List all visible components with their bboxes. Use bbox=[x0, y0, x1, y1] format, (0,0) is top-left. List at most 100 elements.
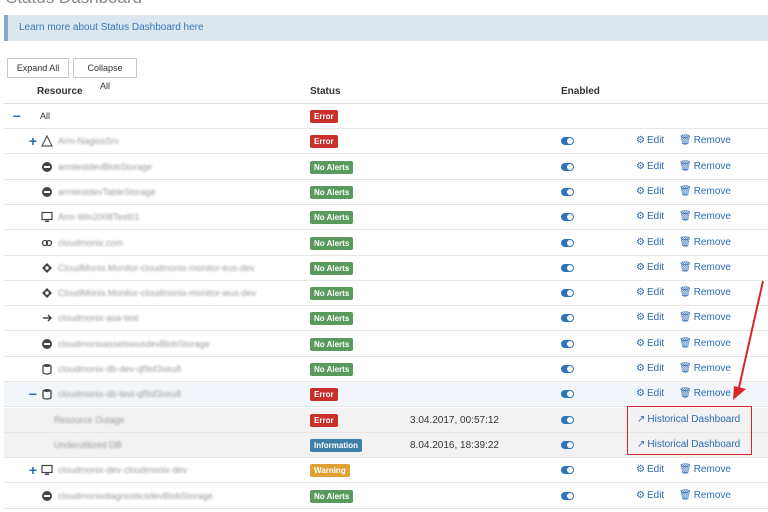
status-badge: No Alerts bbox=[310, 160, 354, 174]
column-header-resource[interactable]: Resource bbox=[37, 86, 83, 97]
cloud-service-icon bbox=[41, 287, 53, 299]
remove-link[interactable]: 🗑 Remove bbox=[679, 287, 731, 298]
resource-name[interactable]: All bbox=[40, 111, 50, 121]
trash-icon: 🗑 bbox=[679, 160, 692, 172]
edit-link[interactable]: ⚙ Edit bbox=[636, 388, 664, 399]
learn-more-link[interactable]: Learn more about Status Dashboard here bbox=[19, 22, 204, 33]
edit-label: Edit bbox=[646, 489, 665, 501]
edit-link[interactable]: ⚙ Edit bbox=[636, 490, 664, 501]
enabled-toggle[interactable] bbox=[561, 137, 574, 146]
table-row[interactable]: cloudmonix-asa-test No Alerts ⚙ Edit 🗑 Remove bbox=[4, 306, 768, 332]
resource-name[interactable]: cloudmonixassetswusdevBlobStorage bbox=[58, 339, 210, 349]
edit-link[interactable]: ⚙ Edit bbox=[636, 312, 664, 323]
resource-name[interactable]: armtestdevTableStorage bbox=[58, 187, 156, 197]
status-badge: Error bbox=[310, 110, 338, 123]
status-badge: Information bbox=[310, 438, 362, 452]
resource-name[interactable]: cloudmonix-db-test-qf9sf3xeu8 bbox=[58, 389, 181, 399]
edit-link[interactable]: ⚙ Edit bbox=[636, 363, 664, 374]
enabled-toggle[interactable] bbox=[561, 187, 574, 196]
table-row[interactable]: + Arm-NagiosSrv Error ⚙ Edit 🗑 Remove bbox=[4, 129, 768, 155]
remove-link[interactable]: 🗑 Remove bbox=[679, 388, 731, 399]
remove-link[interactable]: 🗑 Remove bbox=[679, 161, 731, 172]
resource-name[interactable]: Arm-NagiosSrv bbox=[58, 136, 119, 146]
edit-label: Edit bbox=[646, 388, 665, 400]
enabled-toggle[interactable] bbox=[561, 314, 574, 323]
resource-name[interactable]: armtestdevBlobStorage bbox=[58, 162, 152, 172]
remove-label: Remove bbox=[693, 287, 731, 299]
table-row[interactable]: Arm-Win2008Test01 No Alerts ⚙ Edit 🗑 Remove bbox=[4, 205, 768, 231]
vm-icon bbox=[41, 464, 53, 476]
remove-label: Remove bbox=[693, 312, 731, 324]
table-row[interactable]: CloudMonix.Monitor-cloudmonix-monitor-eu… bbox=[4, 256, 768, 281]
expand-row-toggle[interactable]: + bbox=[26, 462, 40, 478]
remove-link[interactable]: 🗑 Remove bbox=[679, 237, 731, 248]
resource-name[interactable]: cloudmonix-dev-cloudmonix-dev bbox=[58, 465, 187, 475]
table-row[interactable]: − cloudmonix-db-test-qf9sf3xeu8 Error ⚙ Edit… bbox=[4, 382, 768, 408]
remove-link[interactable]: 🗑 Remove bbox=[679, 464, 731, 475]
table-row[interactable]: cloudmonix-db-dev-qf9sf3xeu8 No Alerts ⚙ Ed… bbox=[4, 357, 768, 382]
status-badge: Error bbox=[310, 135, 338, 149]
resource-name[interactable]: cloudmonix.com bbox=[58, 238, 123, 248]
edit-link[interactable]: ⚙ Edit bbox=[636, 161, 664, 172]
column-header-enabled[interactable]: Enabled bbox=[561, 86, 600, 97]
edit-link[interactable]: ⚙ Edit bbox=[636, 211, 664, 222]
remove-link[interactable]: 🗑 Remove bbox=[679, 363, 731, 374]
collapse-all-button[interactable]: Collapse All bbox=[73, 58, 137, 91]
enabled-toggle[interactable] bbox=[561, 390, 574, 399]
edit-label: Edit bbox=[646, 464, 665, 476]
expand-row-toggle[interactable]: + bbox=[26, 133, 40, 149]
remove-link[interactable]: 🗑 Remove bbox=[679, 338, 731, 349]
enabled-toggle[interactable] bbox=[561, 162, 574, 171]
enabled-toggle[interactable] bbox=[561, 238, 574, 247]
edit-link[interactable]: ⚙ Edit bbox=[636, 186, 664, 197]
resource-name[interactable]: CloudMonix.Monitor-cloudmonix-monitor-eu… bbox=[58, 263, 255, 273]
enabled-toggle[interactable] bbox=[561, 491, 574, 500]
resource-name[interactable]: cloudmonixdiagnosticsdevBlobStorage bbox=[58, 491, 213, 501]
enabled-toggle[interactable] bbox=[561, 440, 574, 449]
trash-icon: 🗑 bbox=[679, 363, 692, 374]
gear-icon: ⚙ bbox=[636, 388, 645, 400]
table-row[interactable]: armtestdevBlobStorage No Alerts ⚙ Edit 🗑 Remo… bbox=[4, 155, 768, 180]
trash-icon: 🗑 bbox=[679, 236, 692, 248]
remove-link[interactable]: 🗑 Remove bbox=[679, 312, 731, 323]
gear-icon: ⚙ bbox=[636, 363, 645, 374]
table-row[interactable]: cloudmonixdiagnosticsdevBlobStorage No Al… bbox=[4, 484, 768, 509]
resource-name[interactable]: Arm-Win2008Test01 bbox=[58, 212, 140, 222]
edit-link[interactable]: ⚙ Edit bbox=[636, 464, 664, 475]
enabled-toggle[interactable] bbox=[561, 466, 574, 475]
edit-link[interactable]: ⚙ Edit bbox=[636, 287, 664, 298]
resource-name[interactable]: cloudmonix-db-dev-qf9sf3xeu8 bbox=[58, 364, 181, 374]
enabled-toggle[interactable] bbox=[561, 415, 574, 424]
status-badge: Error bbox=[310, 388, 338, 402]
table-row[interactable]: − All Error bbox=[4, 104, 768, 129]
edit-link[interactable]: ⚙ Edit bbox=[636, 237, 664, 248]
collapse-row-toggle[interactable]: − bbox=[26, 386, 40, 402]
edit-link[interactable]: ⚙ Edit bbox=[636, 338, 664, 349]
collapse-row-toggle[interactable]: − bbox=[10, 108, 24, 124]
remove-link[interactable]: 🗑 Remove bbox=[679, 211, 731, 222]
remove-link[interactable]: 🗑 Remove bbox=[679, 135, 731, 146]
expand-all-button[interactable]: Expand All bbox=[7, 58, 69, 78]
edit-link[interactable]: ⚙ Edit bbox=[636, 262, 664, 273]
edit-link[interactable]: ⚙ Edit bbox=[636, 135, 664, 146]
link-icon bbox=[41, 237, 53, 249]
remove-label: Remove bbox=[693, 388, 731, 400]
edit-label: Edit bbox=[646, 185, 665, 197]
table-row[interactable]: armtestdevTableStorage No Alerts ⚙ Edit 🗑 Rem… bbox=[4, 180, 768, 205]
table-row[interactable]: CloudMonix.Monitor-cloudmonix-monitor-wu… bbox=[4, 281, 768, 307]
resource-name[interactable]: CloudMonix.Monitor-cloudmonix-monitor-wu… bbox=[58, 288, 256, 298]
enabled-toggle[interactable] bbox=[561, 289, 574, 298]
table-row[interactable]: + cloudmonix-dev-cloudmonix-dev Warning ⚙ Ed… bbox=[4, 458, 768, 484]
remove-link[interactable]: 🗑 Remove bbox=[679, 490, 731, 501]
enabled-toggle[interactable] bbox=[561, 365, 574, 373]
enabled-toggle[interactable] bbox=[561, 339, 574, 348]
enabled-toggle[interactable] bbox=[561, 263, 574, 272]
table-row[interactable]: cloudmonixassetswusdevBlobStorage No Aler… bbox=[4, 332, 768, 357]
remove-link[interactable]: 🗑 Remove bbox=[679, 262, 731, 273]
trash-icon: 🗑 bbox=[679, 135, 692, 147]
resource-name[interactable]: cloudmonix-asa-test bbox=[58, 313, 139, 323]
remove-link[interactable]: 🗑 Remove bbox=[679, 186, 731, 197]
enabled-toggle[interactable] bbox=[561, 213, 574, 222]
table-row[interactable]: cloudmonix.com No Alerts ⚙ Edit 🗑 Remove bbox=[4, 231, 768, 256]
column-header-status[interactable]: Status bbox=[310, 86, 341, 97]
